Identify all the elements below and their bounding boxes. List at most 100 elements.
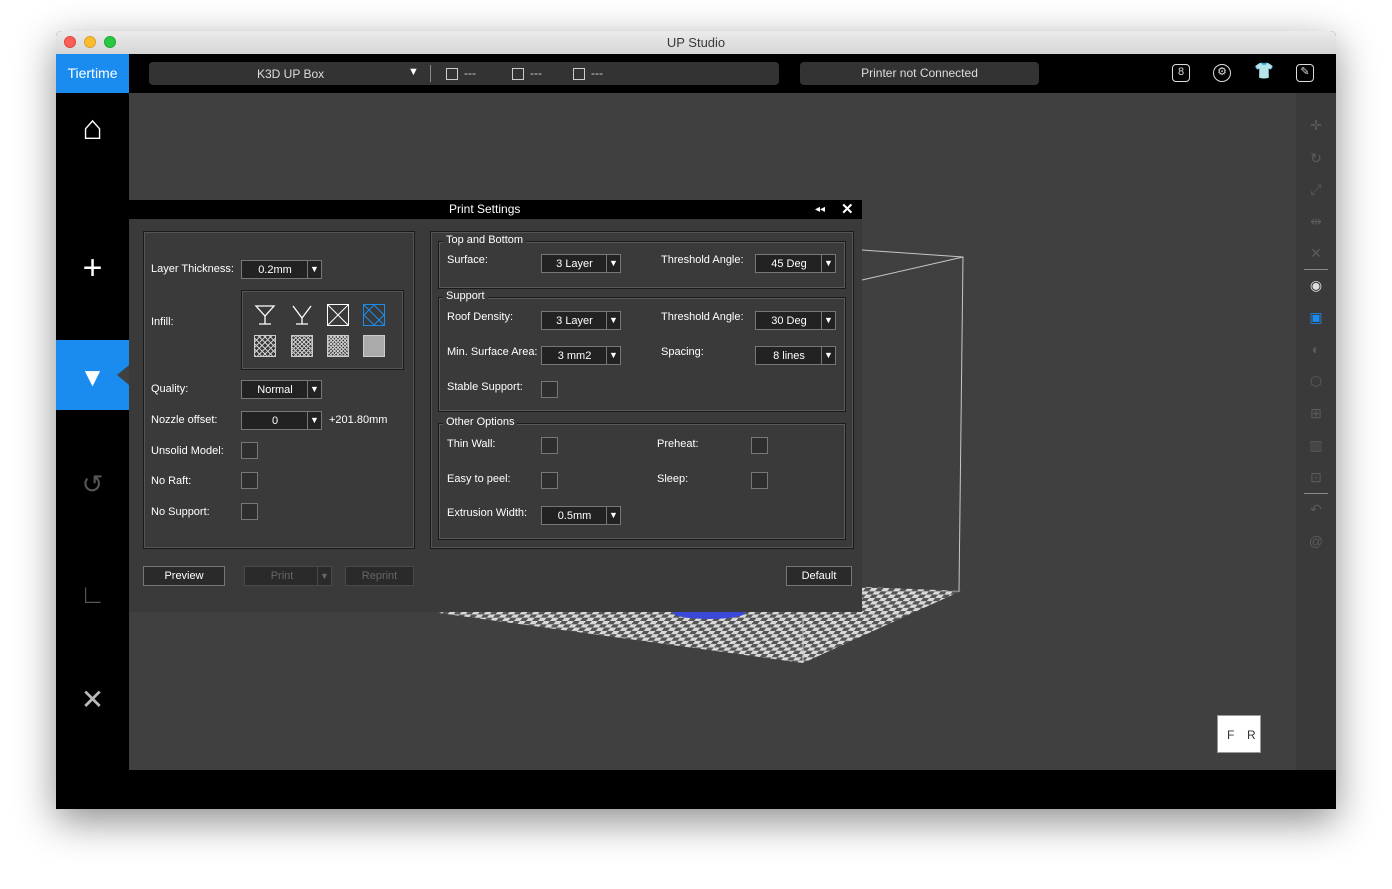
cube-view-icon[interactable]: ▣ xyxy=(1308,309,1324,325)
divider xyxy=(430,65,431,82)
printer-dropdown-icon[interactable]: ▼ xyxy=(408,66,419,78)
nav-calibrate-button[interactable]: ↺ xyxy=(56,447,129,517)
layout-icon[interactable]: ⊞ xyxy=(1308,405,1324,421)
infill-medium-option[interactable] xyxy=(291,335,313,357)
window-title: UP Studio xyxy=(666,35,726,50)
nozzle-temp: --- xyxy=(446,66,476,80)
rotate-icon[interactable]: ↻ xyxy=(1308,150,1324,166)
repair-icon[interactable]: ⬡ xyxy=(1308,373,1324,389)
nav-tools-button[interactable]: ✕ xyxy=(56,663,129,733)
nav-add-button[interactable]: + xyxy=(56,233,129,303)
chevron-down-icon: ▼ xyxy=(307,381,321,398)
tools-icon: ✕ xyxy=(80,684,105,715)
chevron-down-icon: ▼ xyxy=(821,347,835,364)
quality-value: Normal xyxy=(257,384,293,396)
eye-icon[interactable]: ◉ xyxy=(1308,277,1324,293)
preheat-checkbox[interactable] xyxy=(751,437,768,454)
collapse-icon[interactable]: ◂◂ xyxy=(815,200,825,219)
infill-hollow-option[interactable] xyxy=(254,304,276,326)
view-cube-right[interactable]: R xyxy=(1247,728,1256,742)
nav-print-button[interactable]: ▼ xyxy=(56,340,129,410)
printer-name[interactable]: K3D UP Box xyxy=(257,67,324,81)
default-button[interactable]: Default xyxy=(786,566,852,586)
calibrate-icon: ↺ xyxy=(81,469,104,499)
mirror-icon[interactable]: ⇹ xyxy=(1308,213,1324,229)
surface-select[interactable]: 3 Layer ▼ xyxy=(541,254,621,273)
nozzle-offset-select[interactable]: 0 ▼ xyxy=(241,411,322,430)
briefcase-icon[interactable]: ⊡ xyxy=(1308,469,1324,485)
volume-edge xyxy=(861,256,964,592)
layer-thickness-value: 0.2mm xyxy=(258,264,292,276)
printer-bar[interactable]: K3D UP Box ▼ --- --- --- xyxy=(149,62,779,85)
web-icon[interactable]: @ xyxy=(1308,533,1324,549)
preview-button[interactable]: Preview xyxy=(143,566,225,586)
top-bottom-group: Top and Bottom Surface: 3 Layer ▼ Thresh… xyxy=(438,234,846,289)
sleep-checkbox[interactable] xyxy=(751,472,768,489)
stable-support-label: Stable Support: xyxy=(447,381,523,393)
preheat-label: Preheat: xyxy=(657,438,699,450)
scale-icon[interactable]: ⤢ xyxy=(1308,181,1324,197)
nav-home-button[interactable]: ⌂ xyxy=(56,93,129,163)
tiertime-logo: Tiertime xyxy=(56,54,129,93)
infill-solid-option[interactable] xyxy=(363,335,385,357)
infill-shell-option[interactable] xyxy=(291,304,313,326)
print-button[interactable]: Print ▼ xyxy=(244,566,332,586)
min-surface-label: Min. Surface Area: xyxy=(447,346,538,358)
bed-temp: --- xyxy=(512,66,542,80)
move-icon[interactable]: ✛ xyxy=(1308,117,1324,133)
lighting-icon[interactable]: ◐ xyxy=(1308,341,1324,357)
undo-icon[interactable]: ↶ xyxy=(1308,501,1324,517)
stable-support-checkbox[interactable] xyxy=(541,381,558,398)
unsolid-model-label: Unsolid Model: xyxy=(151,445,224,457)
nozzle-offset-value: 0 xyxy=(271,415,279,427)
infill-dense-option[interactable] xyxy=(327,335,349,357)
extrusion-width-value: 0.5mm xyxy=(557,510,592,522)
dialog-title: Print Settings xyxy=(449,202,521,216)
print-settings-dialog: Print Settings ◂◂ ✕ Layer Thickness: 0.2… xyxy=(129,200,862,612)
support-threshold-select[interactable]: 30 Deg ▼ xyxy=(755,311,836,330)
reset-icon[interactable]: ✕ xyxy=(1308,245,1324,261)
extrusion-width-select[interactable]: 0.5mm ▼ xyxy=(541,506,621,525)
view-cube[interactable]: F R xyxy=(1217,715,1261,753)
plus-icon: + xyxy=(82,249,103,287)
support-threshold-label: Threshold Angle: xyxy=(661,311,744,323)
view-cube-front[interactable]: F xyxy=(1227,728,1234,742)
other-options-legend: Other Options xyxy=(443,416,518,428)
clipboard-icon[interactable]: ✎ xyxy=(1296,64,1314,82)
panel-icon[interactable]: ▥ xyxy=(1308,437,1324,453)
account-icon[interactable]: 8 xyxy=(1172,64,1190,82)
extrusion-width-label: Extrusion Width: xyxy=(447,507,528,519)
infill-grid xyxy=(241,290,404,370)
top-threshold-select[interactable]: 45 Deg ▼ xyxy=(755,254,836,273)
layer-thickness-label: Layer Thickness: xyxy=(151,263,234,275)
infill-surface-option[interactable] xyxy=(327,304,349,326)
infill-sparse-option[interactable] xyxy=(254,335,276,357)
roof-density-select[interactable]: 3 Layer ▼ xyxy=(541,311,621,330)
unsolid-model-checkbox[interactable] xyxy=(241,442,258,459)
shirt-icon[interactable]: 👕 xyxy=(1254,64,1274,82)
3d-viewport[interactable]: F R Print Settings ◂◂ ✕ Layer Thickness:… xyxy=(129,93,1296,770)
no-support-checkbox[interactable] xyxy=(241,503,258,520)
easy-peel-checkbox[interactable] xyxy=(541,472,558,489)
no-raft-checkbox[interactable] xyxy=(241,472,258,489)
spacing-select[interactable]: 8 lines ▼ xyxy=(755,346,836,365)
min-surface-select[interactable]: 3 mm2 ▼ xyxy=(541,346,621,365)
easy-peel-label: Easy to peel: xyxy=(447,473,511,485)
chevron-down-icon: ▼ xyxy=(606,255,620,272)
nozzle-temp-value: --- xyxy=(464,66,476,80)
ruler-icon: ∟ xyxy=(79,579,106,609)
close-icon[interactable]: ✕ xyxy=(841,200,854,219)
quality-select[interactable]: Normal ▼ xyxy=(241,380,322,399)
thin-wall-checkbox[interactable] xyxy=(541,437,558,454)
right-panel: Top and Bottom Surface: 3 Layer ▼ Thresh… xyxy=(430,231,854,549)
nav-measure-button[interactable]: ∟ xyxy=(56,557,129,627)
infill-selected-option[interactable] xyxy=(363,304,385,326)
sleep-label: Sleep: xyxy=(657,473,689,485)
settings-icon[interactable]: ⚙ xyxy=(1213,64,1231,82)
layer-thickness-select[interactable]: 0.2mm ▼ xyxy=(241,260,322,279)
reprint-button[interactable]: Reprint xyxy=(345,566,414,586)
no-support-label: No Support: xyxy=(151,506,210,518)
chevron-down-icon: ▼ xyxy=(821,255,835,272)
active-indicator xyxy=(117,365,129,385)
cross-square-icon xyxy=(327,304,349,326)
